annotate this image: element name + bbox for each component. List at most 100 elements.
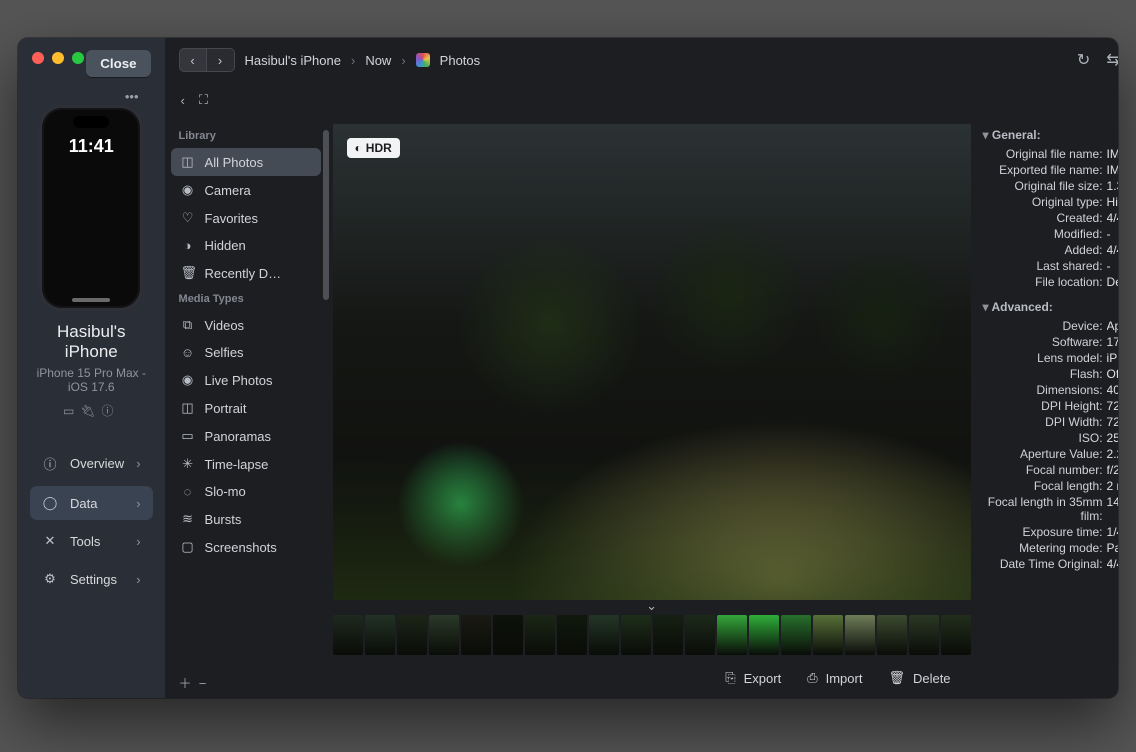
library-item[interactable]: ♡Favorites — [171, 204, 321, 232]
close-window-dot[interactable] — [32, 52, 44, 64]
delete-button[interactable]: 🗑︎Delete — [888, 670, 950, 686]
thumbnail[interactable] — [845, 615, 875, 655]
inspector-key: Last shared: — [979, 259, 1107, 273]
inspector-row: ISO:2500 — [975, 430, 1118, 446]
thumbnail[interactable] — [781, 615, 811, 655]
mediatype-item[interactable]: ▭Panoramas — [171, 422, 321, 450]
thumbnail[interactable] — [909, 615, 939, 655]
action-bar: ⎘Export ⎙Import 🗑︎Delete — [329, 658, 975, 698]
inspector-key: File location: — [979, 275, 1107, 289]
inspector-row: Original type:Hig… — [975, 194, 1118, 210]
library-item[interactable]: ◫All Photos — [171, 148, 321, 176]
library-item[interactable]: ◉Camera — [171, 176, 321, 204]
inspector-value: Hig… — [1107, 195, 1118, 209]
close-button[interactable]: Close — [86, 50, 150, 77]
thumbnail[interactable] — [493, 615, 523, 655]
inspector-row: Created:4/4/… — [975, 210, 1118, 226]
thumbnail[interactable] — [717, 615, 747, 655]
thumbnail-strip[interactable] — [329, 612, 975, 658]
mediatype-item-icon: ☺ — [181, 345, 195, 360]
inspector-row: File location:Devi… — [975, 274, 1118, 290]
inspector-value: Patt… — [1107, 541, 1118, 555]
inspector-row: Aperture Value:2.28 — [975, 446, 1118, 462]
add-button[interactable]: ＋ — [179, 676, 192, 691]
strip-collapse-icon[interactable]: ⌄ — [329, 598, 975, 612]
thumbnail[interactable] — [365, 615, 395, 655]
thumbnail[interactable] — [941, 615, 971, 655]
data-icon: ◯ — [42, 495, 58, 511]
inspector-row: Focal length in 35mm film:14… — [975, 494, 1118, 524]
inspector-row: Software:17.4.1 — [975, 334, 1118, 350]
inspector-value: 4/4/… — [1107, 211, 1118, 225]
mediatype-item[interactable]: ◌Slo-mo — [171, 478, 321, 505]
thumbnail[interactable] — [685, 615, 715, 655]
mediatype-item[interactable]: ◫Portrait — [171, 394, 321, 422]
hdr-badge: ◐HDR — [347, 138, 400, 158]
thumbnail[interactable] — [749, 615, 779, 655]
library-item[interactable]: ◑Hidden — [171, 232, 321, 259]
breadcrumb-item[interactable]: Now — [365, 53, 391, 68]
info-icon[interactable]: ⓘ — [102, 404, 120, 418]
inspector-key: Original file size: — [979, 179, 1107, 193]
chevron-right-icon: › — [136, 572, 140, 587]
nav-forward-button[interactable]: › — [207, 48, 235, 72]
thumbnail[interactable] — [525, 615, 555, 655]
refresh-icon[interactable]: ↻ — [1077, 50, 1090, 70]
mediatype-item[interactable]: ✳Time-lapse — [171, 450, 321, 478]
mediatype-item-icon: ⧉ — [181, 317, 195, 333]
thumbnail[interactable] — [397, 615, 427, 655]
inspector-key: DPI Height: — [979, 399, 1107, 413]
sidebar-item-label: Settings — [70, 572, 117, 587]
inspector-key: Dimensions: — [979, 383, 1107, 397]
inspector-row: Modified:- — [975, 226, 1118, 242]
inspector-general-header[interactable]: General: — [975, 124, 1118, 146]
window-controls — [32, 52, 84, 64]
scrollbar[interactable] — [323, 130, 329, 300]
thumbnail[interactable] — [557, 615, 587, 655]
minimize-window-dot[interactable] — [52, 52, 64, 64]
photo-preview[interactable]: ◐HDR — [333, 124, 971, 600]
inspector-key: Metering mode: — [979, 541, 1107, 555]
sidebar-item-data[interactable]: ◯Data› — [30, 486, 153, 520]
chevron-right-icon: › — [136, 534, 140, 549]
back-icon[interactable]: ‹ — [181, 93, 185, 108]
mediatype-item[interactable]: ≋Bursts — [171, 505, 321, 533]
library-item[interactable]: 🗑Recently D… — [171, 259, 321, 287]
thumbnail[interactable] — [813, 615, 843, 655]
mediatype-item[interactable]: ▢Screenshots — [171, 533, 321, 561]
inspector-row: Lens model:iPho… — [975, 350, 1118, 366]
sidebar-item-tools[interactable]: ✕Tools› — [30, 524, 153, 558]
main: ‹ › Hasibul's iPhone › Now › Photos ↻ ⇆ … — [165, 38, 1118, 698]
mediatype-item[interactable]: ⧉ Videos — [171, 311, 321, 339]
thumbnail[interactable] — [461, 615, 491, 655]
mediatype-item[interactable]: ☺Selfies — [171, 339, 321, 366]
breadcrumb-item[interactable]: Hasibul's iPhone — [245, 53, 341, 68]
inspector-advanced-header[interactable]: Advanced: — [975, 296, 1118, 318]
device-subtitle: iPhone 15 Pro Max - iOS 17.6 — [30, 366, 153, 394]
fullscreen-icon[interactable]: ⛶ — [199, 92, 208, 108]
thumbnail[interactable] — [589, 615, 619, 655]
mediatype-item-label: Videos — [205, 318, 245, 333]
export-button[interactable]: ⎘Export — [725, 670, 781, 686]
thumbnail[interactable] — [653, 615, 683, 655]
remove-button[interactable]: − — [199, 676, 207, 691]
sidebar-item-settings[interactable]: ⚙Settings› — [30, 562, 153, 596]
sidebar-more-icon[interactable]: ••• — [44, 89, 139, 104]
inspector-value: 14… — [1107, 495, 1118, 523]
app-window: Close ••• 11:41 Hasibul's iPhone iPhone … — [18, 38, 1118, 698]
nav-back-button[interactable]: ‹ — [179, 48, 207, 72]
import-button[interactable]: ⎙Import — [807, 670, 862, 686]
transfer-icon[interactable]: ⇆ — [1106, 50, 1118, 70]
inspector-key: Created: — [979, 211, 1107, 225]
mediatype-item[interactable]: ◉Live Photos — [171, 366, 321, 394]
inspector-row: Exposure time:1/4 — [975, 524, 1118, 540]
inspector-key: Exposure time: — [979, 525, 1107, 539]
zoom-window-dot[interactable] — [72, 52, 84, 64]
thumbnail[interactable] — [621, 615, 651, 655]
thumbnail[interactable] — [429, 615, 459, 655]
breadcrumb-item[interactable]: Photos — [440, 53, 480, 68]
battery-icon: ▭ — [63, 404, 80, 418]
thumbnail[interactable] — [333, 615, 363, 655]
sidebar-item-overview[interactable]: ⓘOverview› — [30, 445, 153, 482]
thumbnail[interactable] — [877, 615, 907, 655]
